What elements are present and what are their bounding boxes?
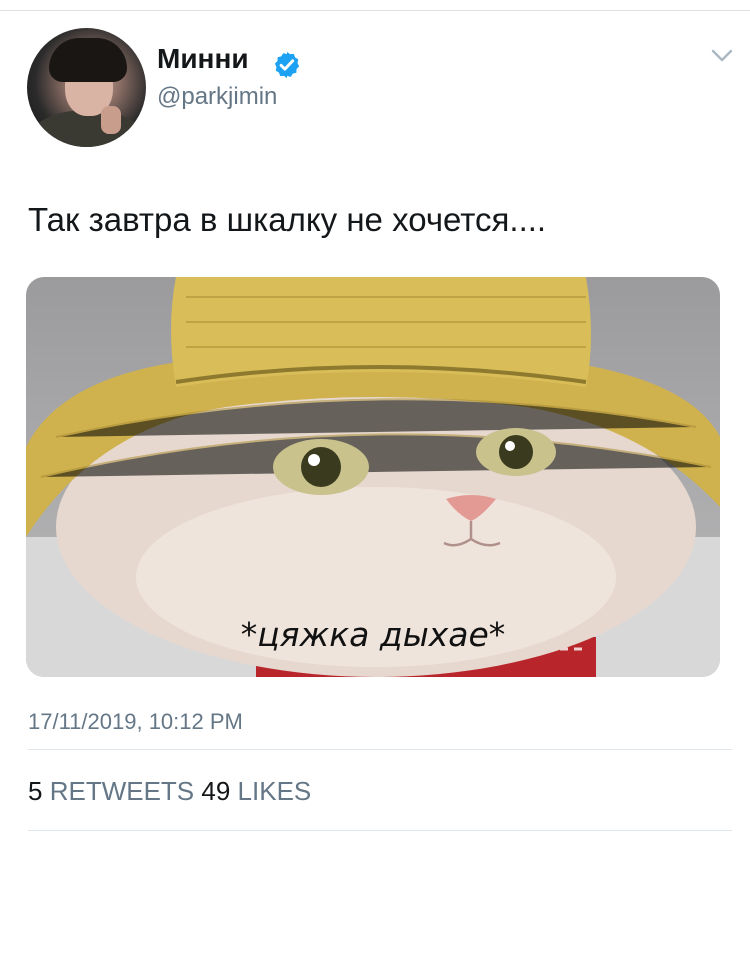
retweets-label[interactable]: RETWEETS xyxy=(50,776,194,806)
likes-count[interactable]: 49 xyxy=(201,776,230,806)
tweet-timestamp[interactable]: 17/11/2019, 10:12 PM xyxy=(28,708,243,736)
chevron-down-icon[interactable] xyxy=(708,42,736,70)
avatar-hand xyxy=(101,106,121,134)
avatar[interactable] xyxy=(27,28,146,147)
top-divider xyxy=(0,10,750,11)
tweet-stats: 5 RETWEETS 49 LIKES xyxy=(28,775,311,807)
divider xyxy=(28,830,732,831)
verified-badge-icon xyxy=(274,51,300,79)
divider xyxy=(28,749,732,750)
media-caption: *цяжка дыхае* xyxy=(240,615,506,654)
likes-label[interactable]: LIKES xyxy=(238,776,312,806)
display-name[interactable]: Минни xyxy=(157,42,249,76)
avatar-hair xyxy=(49,38,127,82)
user-handle[interactable]: @parkjimin xyxy=(157,82,277,112)
retweets-count[interactable]: 5 xyxy=(28,776,42,806)
tweet-text: Так завтра в шкалку не хочется.... xyxy=(28,201,547,238)
tweet-media-image[interactable]: *цяжка дыхае* xyxy=(26,277,720,677)
